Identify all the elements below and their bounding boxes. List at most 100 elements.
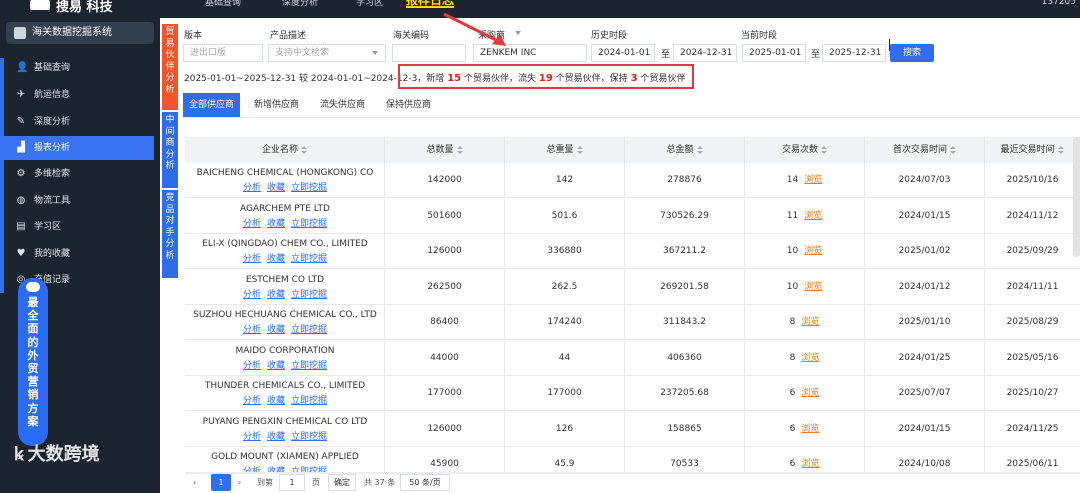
analyze-link[interactable]: 分析 xyxy=(243,432,261,442)
mine-link[interactable]: 立即挖掘 xyxy=(291,290,327,300)
analyze-link[interactable]: 分析 xyxy=(243,219,261,229)
company-name[interactable]: ESTCHEM CO LTD xyxy=(185,275,385,285)
company-name[interactable]: AGARCHEM PTE LTD xyxy=(185,204,385,214)
sort-icon[interactable] xyxy=(456,145,463,154)
analyze-link[interactable]: 分析 xyxy=(243,183,261,193)
sort-icon[interactable] xyxy=(696,145,703,154)
col-header-times[interactable]: 交易次数 xyxy=(745,137,865,163)
analyze-link[interactable]: 分析 xyxy=(243,361,261,371)
sidebar-item-label: 深度分析 xyxy=(34,117,71,127)
favorite-link[interactable]: 收藏 xyxy=(267,290,285,300)
sidebar-item-deep-analysis[interactable]: ✎ 深度分析 xyxy=(0,110,154,134)
favorite-link[interactable]: 收藏 xyxy=(267,219,285,229)
mine-link[interactable]: 立即挖掘 xyxy=(291,396,327,406)
tab-lost-suppliers[interactable]: 流失供应商 xyxy=(314,93,371,117)
promo-text: 最全面的外贸营销方案 xyxy=(27,296,39,428)
company-name[interactable]: BAICHENG CHEMICAL (HONGKONG) CO xyxy=(185,168,385,178)
mine-link[interactable]: 立即挖掘 xyxy=(291,361,327,371)
favorite-link[interactable]: 收藏 xyxy=(267,254,285,264)
company-name[interactable]: ELI-X (QINGDAO) CHEM CO., LIMITED xyxy=(185,239,385,249)
cell-qty: 126000 xyxy=(385,411,505,447)
company-name[interactable]: SUZHOU HECHUANG CHEMICAL CO., LTD xyxy=(185,310,385,320)
cell-amount: 311843.2 xyxy=(625,305,745,340)
sidebar-item-multi-search[interactable]: ⚙ 多维检索 xyxy=(0,162,154,186)
tab-new-suppliers[interactable]: 新增供应商 xyxy=(248,93,305,117)
sidebar-item-shipping[interactable]: ✈ 航运信息 xyxy=(0,83,154,107)
product-input[interactable]: 支持中文检索 xyxy=(268,44,386,62)
vtab-intermediary[interactable]: 中间商分析 xyxy=(162,112,178,188)
sort-icon[interactable] xyxy=(576,145,583,154)
label-hscode: 海关编码 xyxy=(393,31,430,41)
tab-all-suppliers[interactable]: 全部供应商 xyxy=(183,93,241,117)
system-title[interactable]: 海关数据挖掘系统 xyxy=(6,22,154,44)
sort-icon[interactable] xyxy=(950,145,956,154)
analyze-link[interactable]: 分析 xyxy=(243,254,261,264)
table-scrollbar[interactable] xyxy=(1073,137,1080,257)
sidebar-item-report-analysis[interactable]: ▟ 报表分析 xyxy=(0,136,154,160)
browse-link[interactable]: 浏览 xyxy=(801,459,819,469)
sort-icon[interactable] xyxy=(301,145,307,154)
vtab-competitor[interactable]: 竞品对手分析 xyxy=(162,190,178,278)
col-header-amount[interactable]: 总金额 xyxy=(625,137,745,163)
current-end-input[interactable]: 2025-12-31 xyxy=(822,44,886,62)
col-header-weight[interactable]: 总重量 xyxy=(505,137,625,163)
nav-highlight-item[interactable]: 报样日志 xyxy=(406,0,455,8)
browse-link[interactable]: 浏览 xyxy=(804,282,822,292)
favorite-link[interactable]: 收藏 xyxy=(267,183,285,193)
current-start-input[interactable]: 2025-01-01 xyxy=(742,44,806,62)
browse-link[interactable]: 浏览 xyxy=(801,353,819,363)
cell-weight: 45.9 xyxy=(505,447,625,472)
favorite-link[interactable]: 收藏 xyxy=(267,432,285,442)
browse-link[interactable]: 浏览 xyxy=(804,246,822,256)
browse-link[interactable]: 浏览 xyxy=(804,175,822,185)
vtab-trade-partner[interactable]: 贸易伙伴分析 xyxy=(162,24,178,110)
pager-size-select[interactable]: 50 条/页 xyxy=(400,474,450,491)
version-select[interactable]: 进出口版 xyxy=(183,44,263,62)
nav-learning[interactable]: 学习区 xyxy=(356,0,383,8)
company-name[interactable]: MAIDO CORPORATION xyxy=(185,346,385,356)
history-end-input[interactable]: 2024-12-31 xyxy=(673,44,737,62)
browse-link[interactable]: 浏览 xyxy=(804,211,822,221)
sort-icon[interactable] xyxy=(821,145,827,154)
col-header-last[interactable]: 最近交易时间 xyxy=(985,137,1080,163)
pager-prev-icon[interactable]: ‹ xyxy=(193,474,196,491)
browse-link[interactable]: 浏览 xyxy=(801,317,819,327)
nav-deep-analysis[interactable]: 深度分析 xyxy=(282,0,318,8)
favorite-link[interactable]: 收藏 xyxy=(267,396,285,406)
history-to-label: 至 xyxy=(661,50,671,60)
search-button[interactable]: 搜索 xyxy=(890,44,934,62)
promo-banner[interactable]: 最全面的外贸营销方案 xyxy=(18,278,48,446)
col-header-qty[interactable]: 总数量 xyxy=(385,137,505,163)
analyze-link[interactable]: 分析 xyxy=(243,325,261,335)
company-name[interactable]: THUNDER CHEMICALS CO., LIMITED xyxy=(185,381,385,391)
company-name[interactable]: GOLD MOUNT (XIAMEN) APPLIED xyxy=(185,452,385,462)
history-start-input[interactable]: 2024-01-01 xyxy=(591,44,655,62)
col-header-company[interactable]: 企业名称 xyxy=(185,137,385,163)
company-name[interactable]: PUYANG PENGXIN CHEMICAL CO LTD xyxy=(185,417,385,427)
tab-kept-suppliers[interactable]: 保持供应商 xyxy=(380,93,437,117)
analyze-link[interactable]: 分析 xyxy=(243,396,261,406)
analyze-link[interactable]: 分析 xyxy=(243,290,261,300)
sidebar-item-logistics[interactable]: ◍ 物流工具 xyxy=(0,189,154,213)
pager-next-icon[interactable]: › xyxy=(238,474,241,491)
mine-link[interactable]: 立即挖掘 xyxy=(291,219,327,229)
pager-goto-input[interactable]: 1 xyxy=(279,474,305,491)
favorite-link[interactable]: 收藏 xyxy=(267,361,285,371)
mine-link[interactable]: 立即挖掘 xyxy=(291,432,327,442)
mine-link[interactable]: 立即挖掘 xyxy=(291,254,327,264)
sidebar-item-basic-query[interactable]: 👤 基础查询 xyxy=(0,56,154,80)
cell-first: 2024/01/15 xyxy=(865,198,985,234)
favorite-link[interactable]: 收藏 xyxy=(267,325,285,335)
browse-link[interactable]: 浏览 xyxy=(801,388,819,398)
sort-icon[interactable] xyxy=(1057,145,1064,154)
sidebar-item-favorites[interactable]: ♥ 我的收藏 xyxy=(0,242,154,266)
mine-link[interactable]: 立即挖掘 xyxy=(291,325,327,335)
browse-link[interactable]: 浏览 xyxy=(801,424,819,434)
mine-link[interactable]: 立即挖掘 xyxy=(291,183,327,193)
col-header-first[interactable]: 首次交易时间 xyxy=(865,137,985,163)
nav-basic-query[interactable]: 基础查询 xyxy=(205,0,241,8)
filter-icon: ⚙ xyxy=(16,168,26,179)
pager-current-page[interactable]: 1 xyxy=(211,474,231,491)
sidebar-item-learning[interactable]: ▤ 学习区 xyxy=(0,215,154,239)
pager-confirm-button[interactable]: 确定 xyxy=(328,474,356,491)
